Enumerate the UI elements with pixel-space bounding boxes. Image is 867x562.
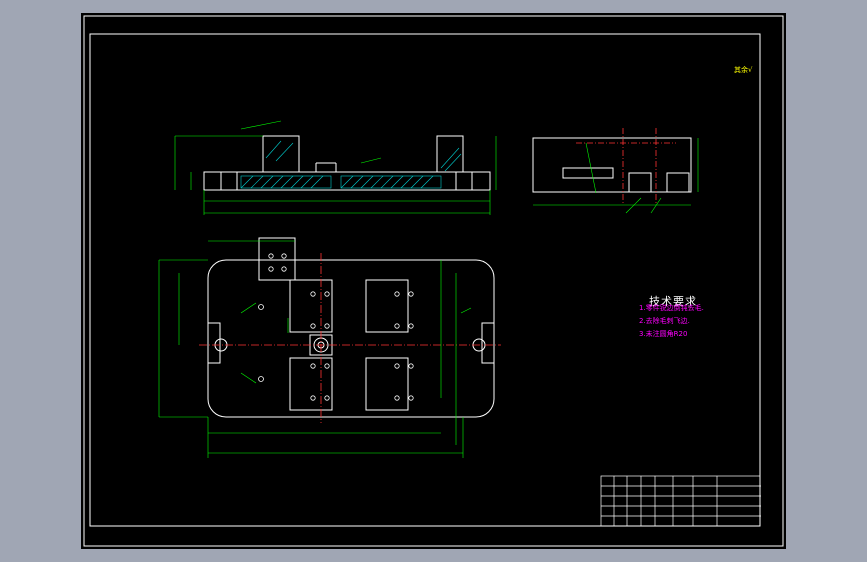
plan-view: [207, 237, 495, 418]
cad-drawing: [83, 15, 784, 547]
plan-view-holes: [258, 253, 414, 401]
tech-requirement-item: 1.零件锐边倒钝去毛.: [639, 304, 704, 312]
inner-frame: [89, 33, 761, 527]
tech-requirement-item: 3.未注圆角R20: [639, 330, 688, 338]
surface-roughness-note: 其余√: [734, 66, 753, 74]
front-view-hatch: [240, 140, 462, 189]
title-block: [600, 475, 761, 527]
cad-viewport[interactable]: 其余√ 技术要求 1.零件锐边倒钝去毛. 2.去除毛刺飞边. 3.未注圆角R20: [0, 0, 867, 562]
side-view-dims: [533, 138, 699, 214]
tech-requirement-item: 2.去除毛刺飞边.: [639, 317, 690, 325]
outer-border: [83, 15, 784, 547]
drawing-sheet: 其余√ 技术要求 1.零件锐边倒钝去毛. 2.去除毛刺飞边. 3.未注圆角R20: [81, 13, 786, 549]
side-view: [532, 137, 692, 193]
